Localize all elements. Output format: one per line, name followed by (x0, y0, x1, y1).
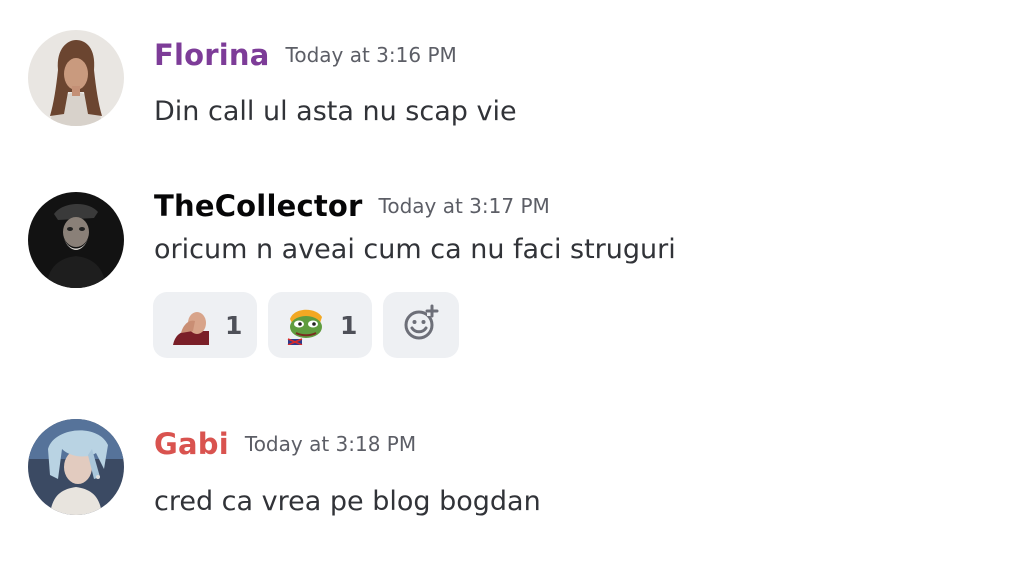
avatar[interactable] (28, 30, 124, 126)
message-header: Florina Today at 3:16 PM (154, 38, 457, 72)
username[interactable]: Gabi (154, 427, 229, 461)
add-reaction-icon (401, 303, 441, 347)
reaction-count: 1 (340, 310, 358, 340)
message-header: Gabi Today at 3:18 PM (154, 427, 416, 461)
facepalm-emoji (171, 305, 211, 345)
message-text: cred ca vrea pe blog bogdan (154, 486, 541, 517)
timestamp: Today at 3:18 PM (244, 432, 417, 456)
timestamp: Today at 3:17 PM (378, 194, 550, 218)
avatar[interactable] (28, 192, 124, 288)
avatar[interactable] (28, 419, 124, 515)
reaction-facepalm[interactable]: 1 (153, 292, 257, 358)
message-header: TheCollector Today at 3:17 PM (154, 189, 550, 223)
username[interactable]: TheCollector (154, 189, 363, 223)
pepe-frog-emoji (286, 305, 326, 345)
reaction-pepe[interactable]: 1 (268, 292, 372, 358)
message-text: Din call ul asta nu scap vie (154, 96, 517, 127)
reaction-count: 1 (225, 310, 243, 340)
add-reaction-button[interactable] (383, 292, 459, 358)
username[interactable]: Florina (154, 38, 270, 72)
message-text: oricum n aveai cum ca nu faci struguri (154, 234, 676, 265)
timestamp: Today at 3:16 PM (285, 43, 457, 67)
